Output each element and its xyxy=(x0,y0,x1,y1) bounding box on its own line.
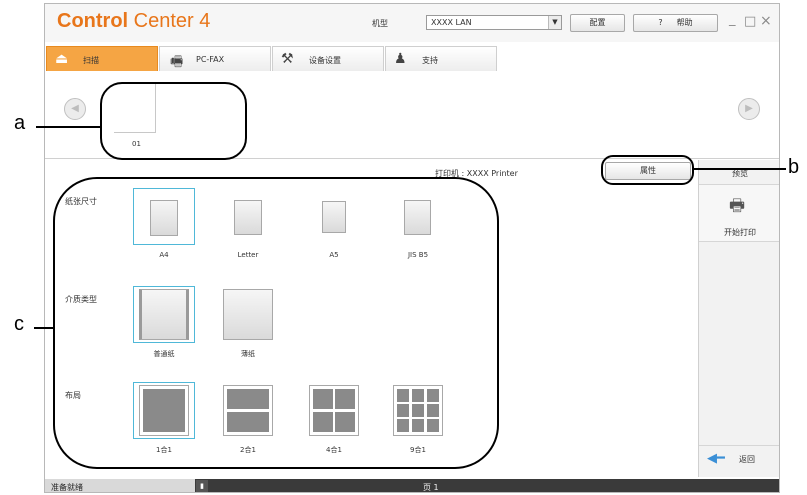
maximize-icon[interactable]: □ xyxy=(744,14,756,29)
callout-b-outline xyxy=(601,155,694,185)
tab-pc-fax[interactable]: 🖷 PC-FAX xyxy=(159,46,271,71)
tab-scan-label: 扫描 xyxy=(83,56,99,65)
callout-b-line xyxy=(694,168,786,170)
preview-button[interactable]: 预览 xyxy=(699,168,779,179)
app-title-rest: Center 4 xyxy=(128,10,211,32)
status-text: 准备就绪 xyxy=(51,483,83,492)
help-button[interactable]: ? 帮助 xyxy=(633,14,718,32)
tab-support-label: 支持 xyxy=(422,56,438,65)
help-icon: ? xyxy=(658,18,663,27)
callout-c-outline xyxy=(53,177,499,469)
tab-pc-fax-label: PC-FAX xyxy=(196,55,225,64)
app-title-bold: Control xyxy=(57,10,129,32)
prev-page-icon[interactable]: ◀ xyxy=(64,98,86,120)
status-section: 准备就绪 xyxy=(45,479,195,492)
fax-icon: 🖷 xyxy=(170,54,184,70)
callout-a-outline xyxy=(100,82,247,160)
model-dropdown[interactable]: XXXX LAN ▼ xyxy=(426,15,562,30)
title-bar: Control Center 4 机型 XXXX LAN ▼ 配置 ? 帮助 _ … xyxy=(45,4,779,42)
callout-c-letter: c xyxy=(14,313,24,335)
person-icon: ♟ xyxy=(394,51,407,67)
scan-icon: ⏏ xyxy=(55,51,69,67)
action-panel: 预览 🖶 开始打印 ◀━ 返回 xyxy=(698,160,779,477)
tools-icon: ⚒ xyxy=(281,51,294,67)
back-label: 返回 xyxy=(739,455,755,464)
chevron-down-icon: ▼ xyxy=(548,16,561,29)
status-bar: 准备就绪 ▮ 页 1 xyxy=(45,479,779,492)
next-page-icon[interactable]: ▶ xyxy=(738,98,760,120)
callout-a-letter: a xyxy=(14,112,26,134)
app-title: Control Center 4 xyxy=(57,10,210,33)
model-dropdown-value: XXXX LAN xyxy=(431,18,472,27)
start-print-button[interactable]: 🖶 开始打印 xyxy=(699,184,779,242)
tab-support[interactable]: ♟ 支持 xyxy=(385,46,497,71)
tab-device-settings-label: 设备设置 xyxy=(309,56,341,65)
page-indicator: 页 1 xyxy=(423,483,439,492)
status-device-icon: ▮ xyxy=(196,480,208,492)
start-print-label: 开始打印 xyxy=(724,228,756,237)
tab-scan[interactable]: ⏏ 扫描 xyxy=(46,46,158,71)
back-button[interactable]: ◀━ 返回 xyxy=(699,445,779,471)
close-icon[interactable]: × xyxy=(760,13,772,29)
callout-c-line xyxy=(34,327,53,329)
callout-b-letter: b xyxy=(788,156,800,178)
tab-bar: ⏏ 扫描 🖷 PC-FAX ⚒ 设备设置 ♟ 支持 xyxy=(45,43,779,115)
printer-icon: 🖶 xyxy=(729,196,746,216)
arrow-left-icon: ◀━ xyxy=(707,451,725,466)
minimize-icon[interactable]: _ xyxy=(729,12,736,27)
model-label: 机型 xyxy=(372,19,388,28)
help-label: 帮助 xyxy=(676,18,693,27)
tab-device-settings[interactable]: ⚒ 设备设置 xyxy=(272,46,384,71)
callout-a-line xyxy=(36,126,100,128)
config-button[interactable]: 配置 xyxy=(570,14,625,32)
